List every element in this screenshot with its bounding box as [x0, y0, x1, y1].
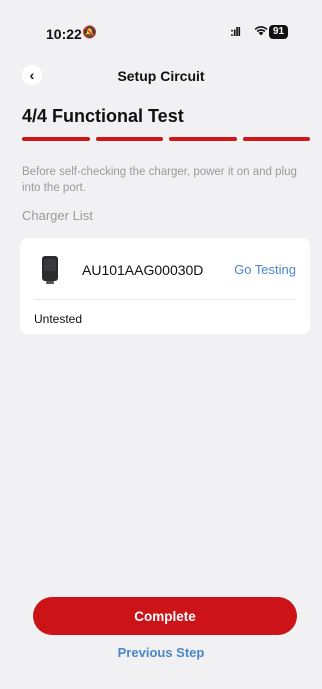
go-testing-link[interactable]: Go Testing [234, 262, 296, 277]
charger-status: Untested [34, 312, 83, 326]
nav-bar: ‹ Setup Circuit [0, 60, 322, 90]
step-progress-bar [22, 137, 310, 141]
charger-list-title: Charger List [22, 208, 93, 223]
status-time: 10:22 [46, 26, 82, 42]
previous-step-link[interactable]: Previous Step [0, 645, 322, 660]
complete-button[interactable]: Complete [33, 597, 297, 635]
signal-icon: :ıll [230, 25, 241, 39]
charger-id: AU101AAG00030D [82, 262, 204, 278]
charger-card: AU101AAG00030D Go Testing Untested [20, 238, 310, 334]
page-title: Setup Circuit [117, 68, 205, 84]
bell-slash-icon: 🔕 [82, 25, 97, 39]
battery-indicator: 91 [269, 25, 289, 39]
progress-segment [22, 137, 90, 141]
step-title: 4/4 Functional Test [22, 106, 184, 126]
progress-segment [169, 137, 237, 141]
progress-segment [242, 137, 310, 141]
divider [34, 299, 296, 300]
progress-segment [95, 137, 163, 141]
wifi-icon [254, 24, 268, 39]
status-bar: 10:22 🔕 :ıll 91 [0, 0, 322, 44]
charger-icon [41, 256, 59, 284]
instruction-text: Before self-checking the charger, power … [22, 166, 297, 194]
